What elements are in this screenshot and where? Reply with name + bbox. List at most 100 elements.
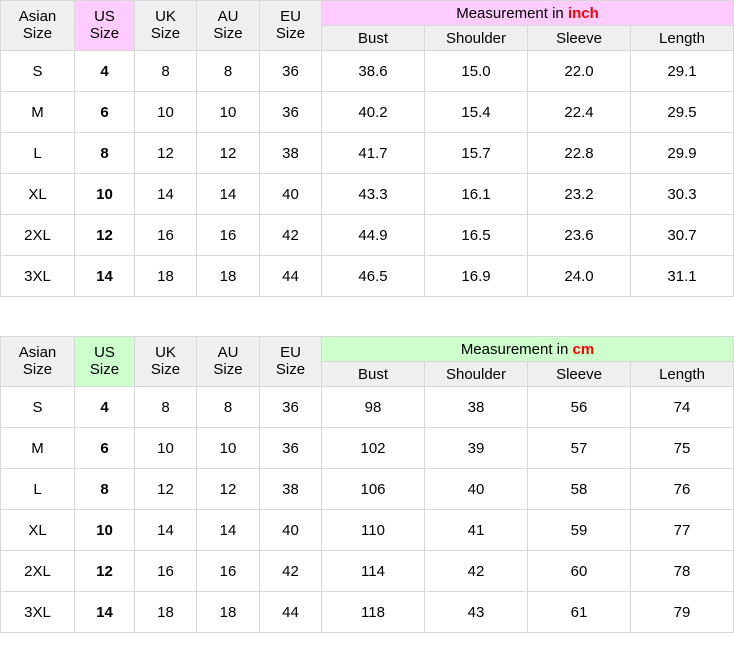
cell-bust: 43.3 (321, 173, 425, 215)
measurement-label-prefix: Measurement in (460, 340, 573, 358)
cell-uk: 16 (134, 550, 197, 592)
cell-length: 75 (629, 427, 734, 469)
header-eu-size-line2: Size (275, 24, 306, 42)
table-row: XL 10 14 14 40 43.3 16.1 23.2 30.3 (0, 173, 734, 215)
cell-asian: 2XL (0, 550, 75, 592)
cell-sleeve: 57 (527, 427, 631, 469)
header-au-size: AU Size (196, 0, 260, 51)
cell-shoulder: 41 (424, 509, 528, 551)
cell-eu: 36 (259, 91, 322, 133)
measurement-unit-banner-inch: Measurement in inch (321, 0, 734, 26)
cell-asian: S (0, 50, 75, 92)
cell-au: 16 (196, 214, 260, 256)
table-row: XL 10 14 14 40 110 41 59 77 (0, 509, 734, 551)
header-eu-size: EU Size (259, 336, 322, 387)
cell-sleeve: 60 (527, 550, 631, 592)
cell-shoulder: 16.9 (424, 255, 528, 297)
cell-eu: 44 (259, 255, 322, 297)
cell-uk: 10 (134, 91, 197, 133)
header-au-size-line2: Size (213, 360, 243, 378)
cell-au: 14 (196, 509, 260, 551)
cell-us: 6 (74, 427, 135, 469)
header-eu-size-line2: Size (275, 360, 306, 378)
cell-uk: 18 (134, 255, 197, 297)
cell-uk: 16 (134, 214, 197, 256)
header-au-size-line2: Size (213, 24, 243, 42)
cell-length: 29.5 (630, 91, 734, 133)
measurement-unit-inch: inch (567, 4, 599, 22)
cell-uk: 8 (134, 386, 197, 428)
cell-length: 77 (629, 509, 734, 551)
cell-bust: 40.2 (321, 91, 425, 133)
cell-asian: XL (0, 173, 75, 215)
cell-au: 10 (196, 427, 260, 469)
cell-bust: 102 (321, 427, 425, 469)
cell-eu: 36 (259, 50, 322, 92)
table-row: S 4 8 8 36 38.6 15.0 22.0 29.1 (0, 50, 734, 92)
header-eu-size: EU Size (259, 0, 322, 51)
cell-us: 10 (74, 173, 135, 215)
cell-length: 30.7 (630, 214, 734, 256)
cell-asian: 3XL (0, 255, 75, 297)
header-uk-size: UK Size (134, 336, 197, 387)
cell-us: 12 (74, 214, 135, 256)
cell-shoulder: 16.1 (424, 173, 528, 215)
cell-bust: 118 (321, 591, 425, 633)
cell-bust: 106 (321, 468, 425, 510)
header-sleeve: Sleeve (527, 361, 631, 387)
header-us-size-line2: Size (89, 360, 120, 378)
cell-us: 4 (74, 386, 135, 428)
cell-eu: 40 (259, 173, 322, 215)
header-shoulder: Shoulder (424, 25, 528, 51)
header-us-size-line1: US (94, 7, 115, 25)
cell-shoulder: 38 (424, 386, 528, 428)
cell-bust: 44.9 (321, 214, 425, 256)
cell-au: 18 (196, 255, 260, 297)
header-asian-size-line2: Size (22, 360, 53, 378)
cell-uk: 12 (134, 132, 197, 174)
header-au-size: AU Size (196, 336, 260, 387)
size-chart-container: Asian Size US Size UK Size AU Size EU Si… (0, 0, 734, 633)
table-row: 2XL 12 16 16 42 44.9 16.5 23.6 30.7 (0, 214, 734, 256)
cell-us: 10 (74, 509, 135, 551)
cell-uk: 18 (134, 591, 197, 633)
cell-sleeve: 22.8 (527, 132, 631, 174)
cell-sleeve: 58 (527, 468, 631, 510)
header-eu-size-line1: EU (280, 343, 301, 361)
cell-us: 6 (74, 91, 135, 133)
cell-sleeve: 61 (527, 591, 631, 633)
cell-us: 14 (74, 591, 135, 633)
table-row: 2XL 12 16 16 42 114 42 60 78 (0, 550, 734, 592)
cell-uk: 14 (134, 509, 197, 551)
header-us-size: US Size (74, 0, 135, 51)
cell-shoulder: 15.0 (424, 50, 528, 92)
header-us-size: US Size (74, 336, 135, 387)
cell-uk: 12 (134, 468, 197, 510)
table-row: L 8 12 12 38 106 40 58 76 (0, 468, 734, 510)
cell-shoulder: 39 (424, 427, 528, 469)
header-us-size-line1: US (94, 343, 115, 361)
header-asian-size-line2: Size (22, 24, 53, 42)
cell-sleeve: 22.4 (527, 91, 631, 133)
cell-sleeve: 23.2 (527, 173, 631, 215)
cell-length: 29.1 (630, 50, 734, 92)
cell-eu: 38 (259, 132, 322, 174)
header-length: Length (630, 25, 734, 51)
header-uk-size-line1: UK (155, 343, 176, 361)
header-asian-size: Asian Size (0, 336, 75, 387)
measurement-label-prefix: Measurement in (456, 4, 568, 22)
cell-asian: XL (0, 509, 75, 551)
cell-asian: 3XL (0, 591, 75, 633)
header-uk-size-line2: Size (150, 24, 181, 42)
cell-shoulder: 40 (424, 468, 528, 510)
cell-sleeve: 24.0 (527, 255, 631, 297)
cell-shoulder: 16.5 (424, 214, 528, 256)
cell-asian: 2XL (0, 214, 75, 256)
cell-au: 8 (196, 386, 260, 428)
table-row: L 8 12 12 38 41.7 15.7 22.8 29.9 (0, 132, 734, 174)
cell-uk: 10 (134, 427, 197, 469)
cell-eu: 44 (259, 591, 322, 633)
cell-bust: 46.5 (321, 255, 425, 297)
cell-bust: 98 (321, 386, 425, 428)
cell-shoulder: 15.4 (424, 91, 528, 133)
